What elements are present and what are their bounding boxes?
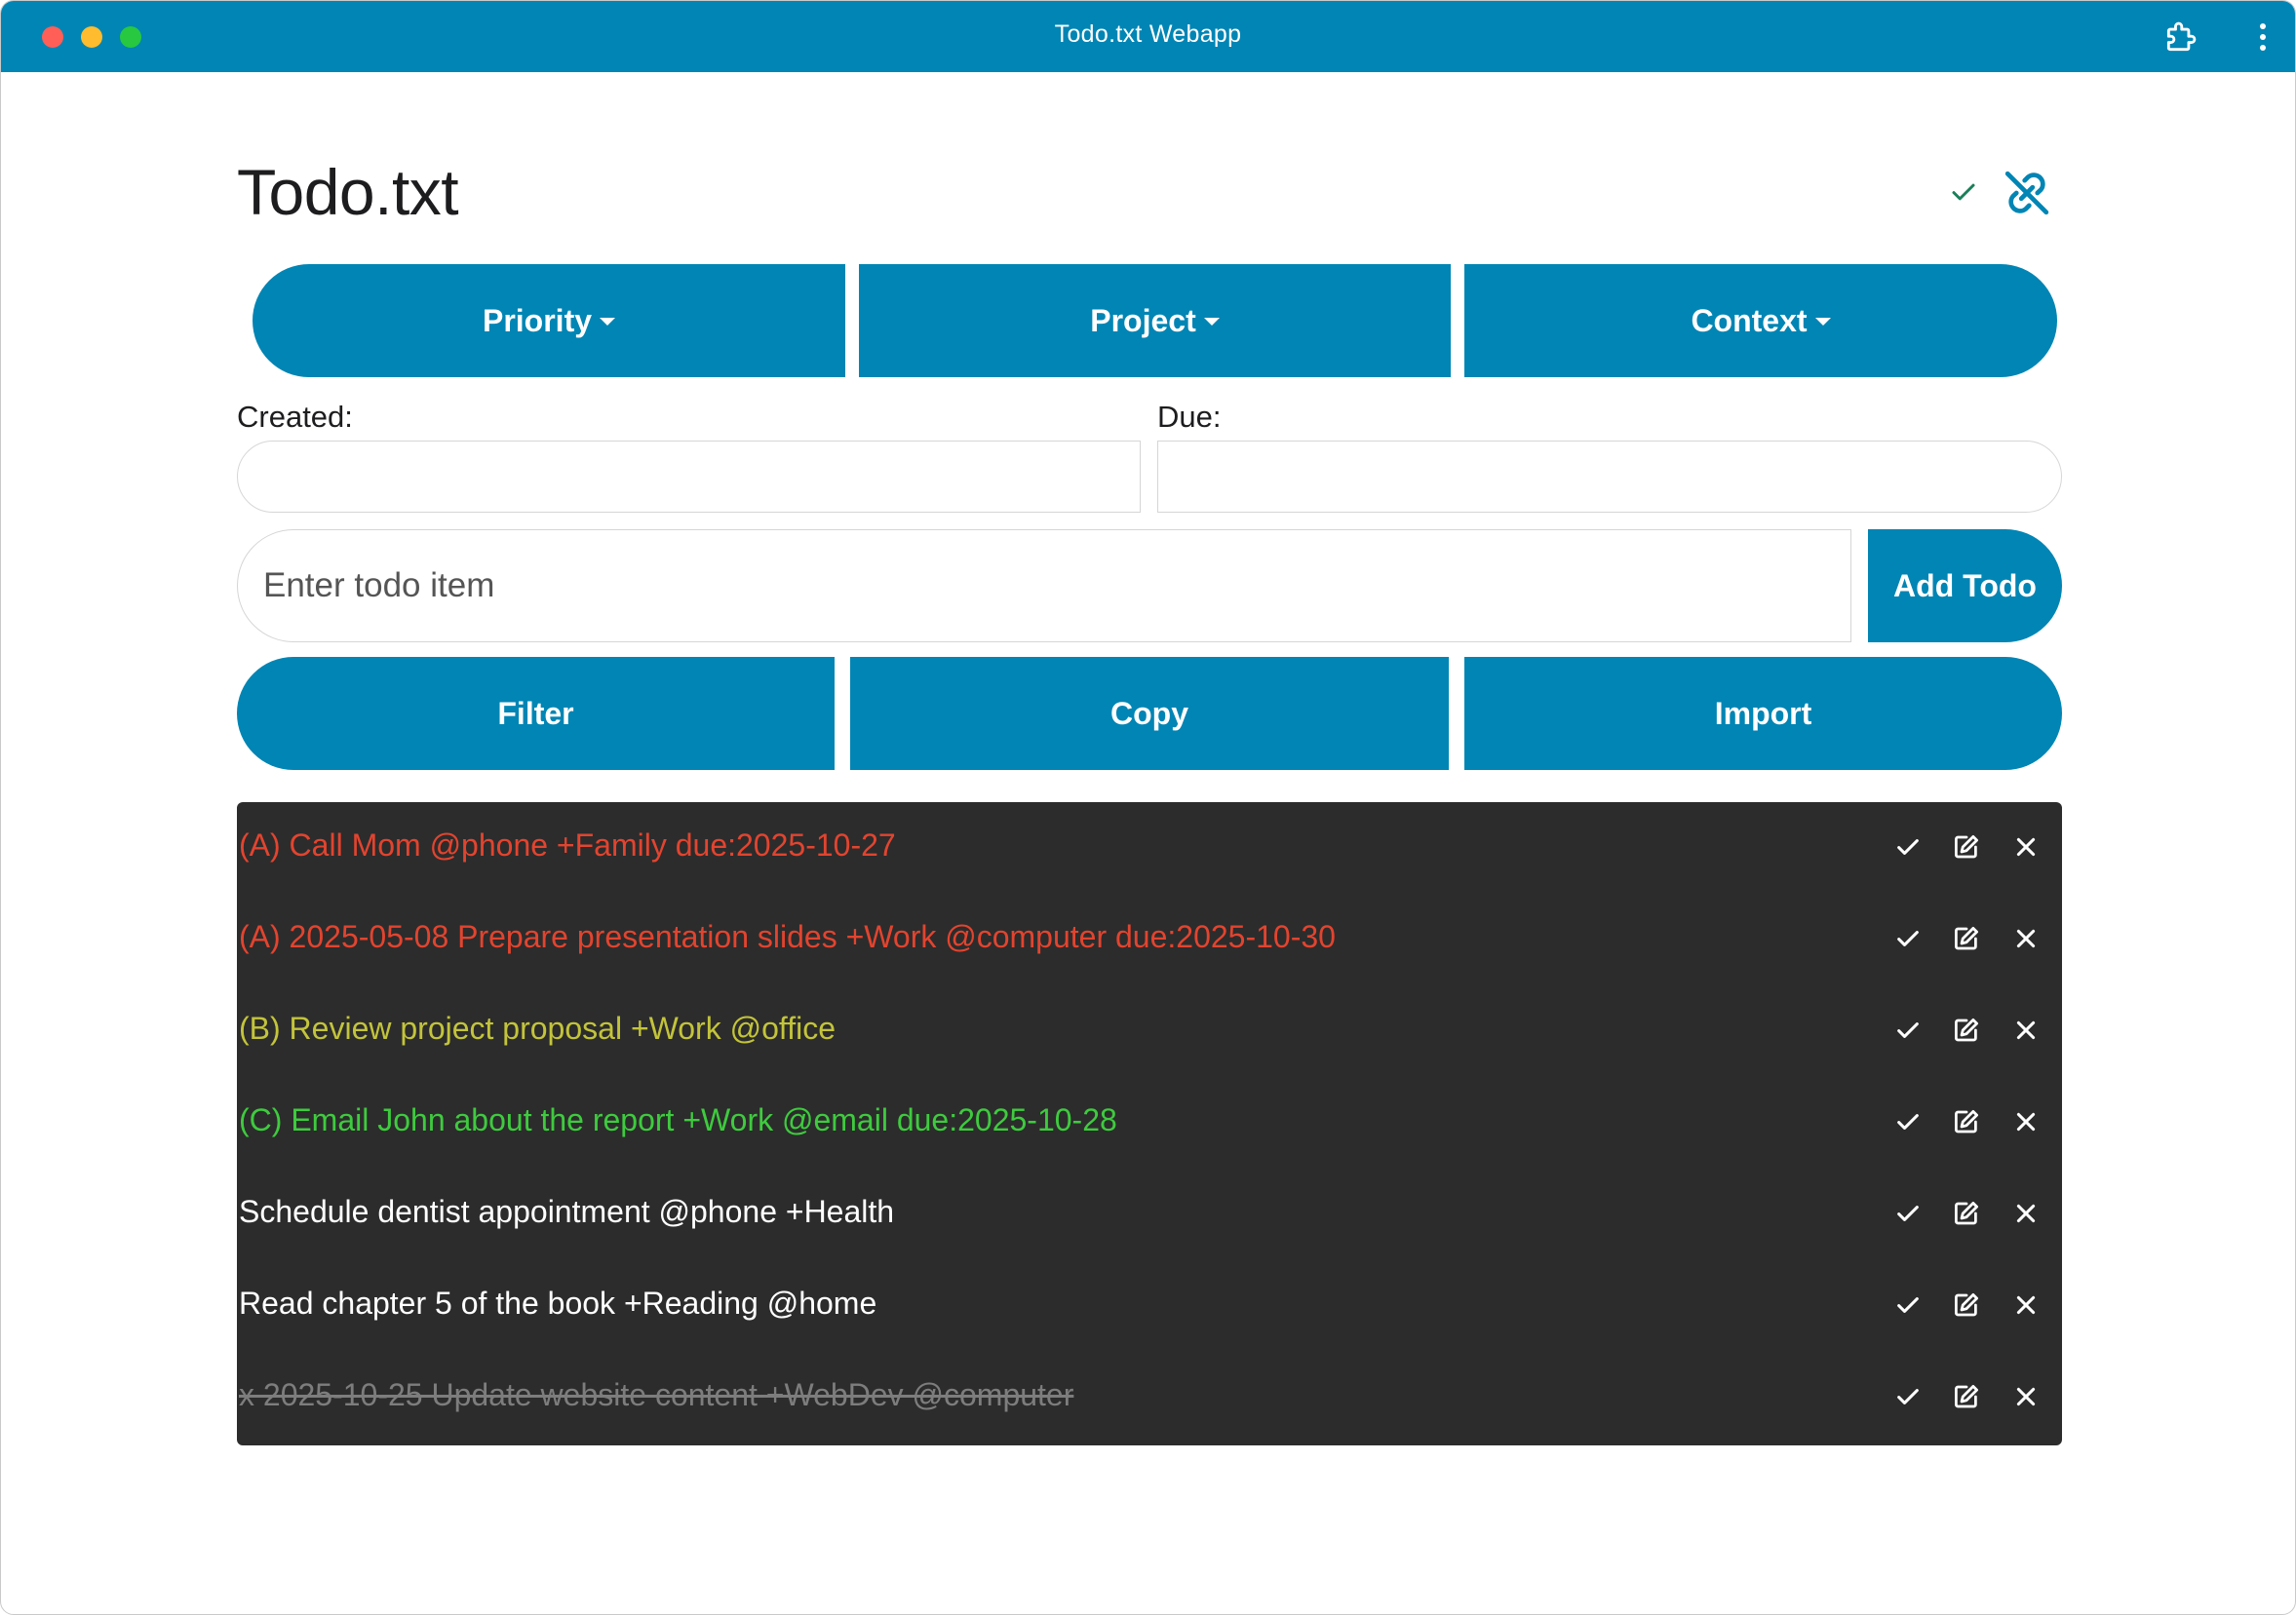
todo-item-text: Read chapter 5 of the book +Reading @hom… <box>239 1286 877 1321</box>
todo-list-item: (B) Review project proposal +Work @offic… <box>237 985 2062 1077</box>
todo-item-actions <box>1887 1192 2062 1235</box>
caret-down-icon <box>1203 318 1220 326</box>
todo-item-text: x 2025-10-25 Update website content +Web… <box>239 1377 1074 1412</box>
edit-icon[interactable] <box>1945 1009 1988 1052</box>
todo-item-text: (A) 2025-05-08 Prepare presentation slid… <box>239 919 1336 954</box>
import-button[interactable]: Import <box>1464 657 2062 770</box>
mark-done-check-icon[interactable] <box>1887 1284 1929 1327</box>
context-dropdown-label: Context <box>1691 302 1808 338</box>
delete-close-icon[interactable] <box>2004 826 2047 868</box>
delete-close-icon[interactable] <box>2004 1100 2047 1143</box>
mark-done-check-icon[interactable] <box>1887 826 1929 868</box>
todo-item-actions <box>1887 826 2062 868</box>
caret-down-icon <box>600 318 616 326</box>
extension-icon[interactable] <box>2162 19 2199 56</box>
todo-list-item: Read chapter 5 of the book +Reading @hom… <box>237 1260 2062 1352</box>
todo-list-item: x 2025-10-25 Update website content +Web… <box>237 1352 2062 1443</box>
todo-list: (A) Call Mom @phone +Family due:2025-10-… <box>237 802 2062 1445</box>
more-menu-icon[interactable] <box>2256 19 2270 56</box>
priority-dropdown-label: Priority <box>482 302 593 338</box>
edit-icon[interactable] <box>1945 1375 1988 1418</box>
window-title: Todo.txt Webapp <box>1054 20 1242 48</box>
todo-item-input[interactable] <box>237 529 1851 642</box>
unlink-icon[interactable] <box>2000 166 2054 220</box>
mark-done-check-icon[interactable] <box>1887 1100 1929 1143</box>
edit-icon[interactable] <box>1945 826 1988 868</box>
due-date-label: Due: <box>1157 400 1222 434</box>
delete-close-icon[interactable] <box>2004 1375 2047 1418</box>
app-window: Todo.txt Webapp Todo.txt Priority Projec… <box>0 0 2296 1615</box>
todo-item-text: (C) Email John about the report +Work @e… <box>239 1102 1117 1137</box>
edit-icon[interactable] <box>1945 1192 1988 1235</box>
filter-button[interactable]: Filter <box>237 657 835 770</box>
todo-list-item: (C) Email John about the report +Work @e… <box>237 1077 2062 1169</box>
due-date-field[interactable] <box>1157 441 2062 513</box>
caret-down-icon <box>1814 318 1831 326</box>
mark-done-check-icon[interactable] <box>1887 1375 1929 1418</box>
todo-list-item: Schedule dentist appointment @phone +Hea… <box>237 1169 2062 1260</box>
project-dropdown-button[interactable]: Project <box>859 264 1451 377</box>
page-title: Todo.txt <box>237 156 459 228</box>
copy-button[interactable]: Copy <box>850 657 1449 770</box>
delete-close-icon[interactable] <box>2004 917 2047 960</box>
edit-icon[interactable] <box>1945 1284 1988 1327</box>
mark-done-check-icon[interactable] <box>1887 917 1929 960</box>
context-dropdown-button[interactable]: Context <box>1464 264 2057 377</box>
todo-list-item: (A) 2025-05-08 Prepare presentation slid… <box>237 894 2062 985</box>
sync-status-check-icon <box>1949 177 1978 207</box>
todo-item-actions <box>1887 1009 2062 1052</box>
todo-item-text: (A) Call Mom @phone +Family due:2025-10-… <box>239 827 896 863</box>
todo-item-text: (B) Review project proposal +Work @offic… <box>239 1011 836 1046</box>
todo-item-actions <box>1887 1100 2062 1143</box>
delete-close-icon[interactable] <box>2004 1192 2047 1235</box>
todo-item-actions <box>1887 1375 2062 1418</box>
todo-item-actions <box>1887 917 2062 960</box>
todo-item-text: Schedule dentist appointment @phone +Hea… <box>239 1194 895 1229</box>
mark-done-check-icon[interactable] <box>1887 1192 1929 1235</box>
created-date-label: Created: <box>237 400 353 434</box>
edit-icon[interactable] <box>1945 1100 1988 1143</box>
delete-close-icon[interactable] <box>2004 1009 2047 1052</box>
edit-icon[interactable] <box>1945 917 1988 960</box>
project-dropdown-label: Project <box>1090 302 1196 338</box>
delete-close-icon[interactable] <box>2004 1284 2047 1327</box>
todo-item-actions <box>1887 1284 2062 1327</box>
priority-dropdown-button[interactable]: Priority <box>253 264 845 377</box>
todo-list-item: (A) Call Mom @phone +Family due:2025-10-… <box>237 802 2062 894</box>
title-bar: Todo.txt Webapp <box>1 1 2295 72</box>
mark-done-check-icon[interactable] <box>1887 1009 1929 1052</box>
created-date-field[interactable] <box>237 441 1141 513</box>
add-todo-button[interactable]: Add Todo <box>1868 529 2062 642</box>
